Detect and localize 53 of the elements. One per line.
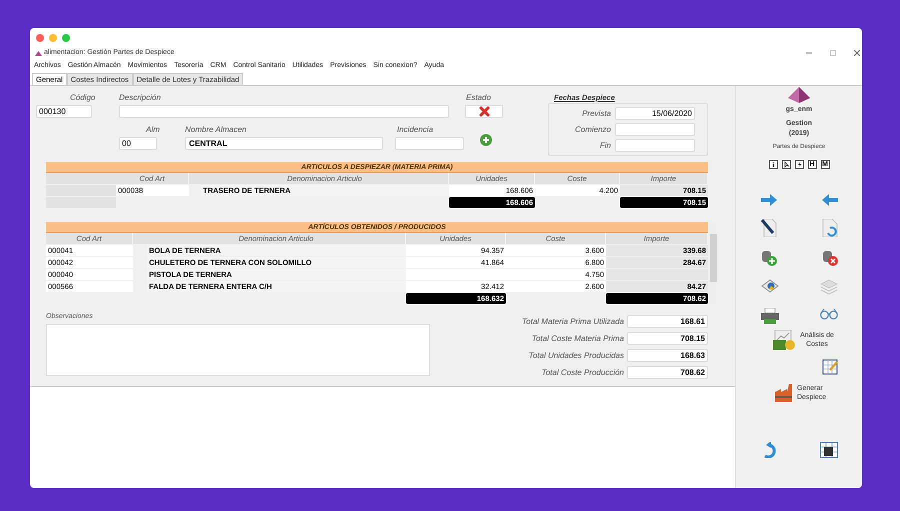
input-field[interactable] (395, 137, 464, 150)
maximize-icon[interactable] (830, 50, 836, 56)
input-field[interactable]: 00 (119, 137, 157, 150)
document-undo-icon[interactable] (822, 218, 838, 236)
arrow-left-icon[interactable] (822, 194, 838, 206)
input-field[interactable] (615, 123, 695, 136)
field-label: Descripción (119, 92, 162, 104)
close-icon[interactable] (854, 50, 860, 56)
input-field[interactable]: 708.15 (627, 332, 708, 346)
grid-icon[interactable] (820, 442, 838, 458)
cursor-icon[interactable] (782, 160, 790, 168)
factory-icon (775, 384, 795, 402)
pyramid-logo-icon (788, 87, 810, 103)
layers-chart-icon[interactable] (760, 278, 778, 294)
field-label: Fin (600, 140, 611, 152)
database-delete-icon[interactable] (822, 250, 838, 266)
database-add-icon[interactable] (760, 250, 776, 266)
field-label: Estado (466, 92, 492, 104)
empty-cell (46, 197, 116, 208)
input-field[interactable]: 000130 (36, 105, 92, 118)
info-icon[interactable] (768, 160, 778, 168)
input-field[interactable]: 15/06/2020 (615, 107, 695, 120)
printer-icon[interactable] (760, 308, 778, 324)
input-field[interactable] (119, 105, 449, 118)
table-edit-icon[interactable] (820, 358, 838, 376)
field-label: Total Materia Prima Utilizada (522, 316, 624, 328)
zoom-icon[interactable] (62, 34, 70, 42)
field-label: Total Coste Producción (542, 366, 624, 379)
arrow-right-icon[interactable] (760, 194, 776, 206)
pyramid-logo-icon (35, 50, 42, 56)
minimize-icon[interactable] (806, 50, 812, 56)
minimize-icon[interactable] (49, 34, 57, 42)
notes-field[interactable] (46, 324, 430, 376)
input-field[interactable]: 168.61 (627, 315, 708, 328)
input-field[interactable]: 708.62 (627, 366, 708, 380)
input-field[interactable]: 168.63 (627, 349, 708, 362)
field-label: Prevista (582, 108, 611, 120)
glasses-icon[interactable] (820, 308, 838, 320)
field-label: Código (70, 92, 96, 104)
input-field[interactable] (615, 139, 695, 152)
input-field[interactable]: CENTRAL (185, 137, 383, 150)
add-icon[interactable] (480, 134, 492, 146)
lightning-icon[interactable] (794, 160, 804, 168)
field-label: Total Unidades Producidas (528, 350, 624, 362)
cross-icon (478, 106, 490, 117)
layers-icon[interactable] (820, 278, 838, 294)
field-label: Alm (146, 124, 161, 136)
pen-document-icon[interactable] (760, 218, 776, 236)
field-label: Incidencia (397, 124, 434, 136)
field-label: Comienzo (574, 124, 611, 136)
field-label: Total Coste Materia Prima (532, 332, 624, 345)
field-label: Nombre Almacen (185, 124, 248, 136)
chart-coins-icon (773, 330, 795, 350)
